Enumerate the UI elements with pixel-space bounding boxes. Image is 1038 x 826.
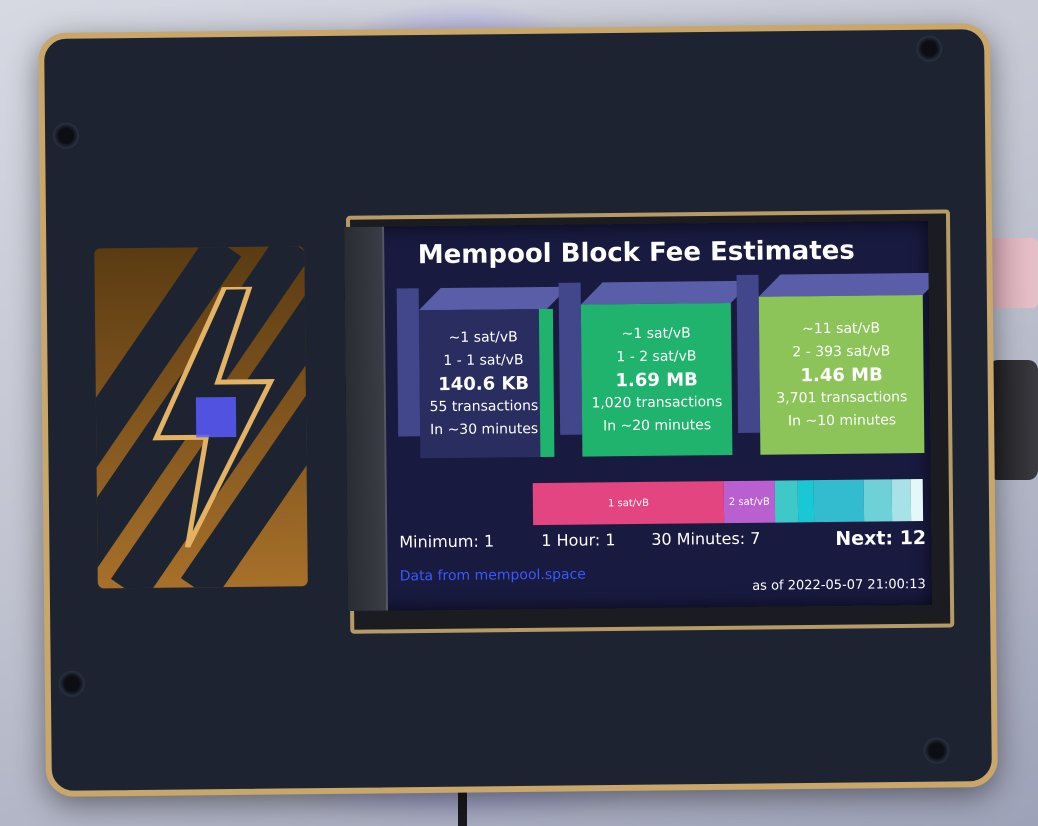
block-face: ~1 sat/vB 1 - 2 sat/vB 1.69 MB 1,020 tra… bbox=[580, 303, 733, 457]
lcd-screen: Mempool Block Fee Estimates ~1 sat/vB 1 … bbox=[344, 220, 932, 612]
fee-range: 1 - 2 sat/vB bbox=[616, 347, 697, 365]
fee-segment bbox=[813, 479, 865, 523]
tx-count: 55 transactions bbox=[429, 397, 539, 415]
eta: In ~20 minutes bbox=[602, 416, 712, 434]
median-fee: ~11 sat/vB bbox=[802, 319, 881, 337]
fee-range: 2 - 393 sat/vB bbox=[792, 342, 891, 360]
fee-segment bbox=[891, 479, 912, 522]
tx-count: 3,701 transactions bbox=[776, 388, 908, 407]
data-source: Data from mempool.space bbox=[399, 566, 586, 585]
mempool-block-1: ~1 sat/vB 1 - 1 sat/vB 140.6 KB 55 trans… bbox=[396, 286, 569, 459]
mempool-block-2: ~1 sat/vB 1 - 2 sat/vB 1.69 MB 1,020 tra… bbox=[558, 280, 753, 457]
block-size: 140.6 KB bbox=[438, 372, 530, 395]
usb-power-plug bbox=[988, 360, 1038, 480]
fee-distribution-bar: 1 sat/vB 2 sat/vB bbox=[532, 479, 924, 526]
fee-segment bbox=[864, 479, 892, 522]
block-top bbox=[758, 272, 932, 297]
median-fee: ~1 sat/vB bbox=[448, 328, 518, 346]
fee-range: 1 - 1 sat/vB bbox=[443, 351, 524, 369]
lightning-bolt-icon bbox=[152, 286, 275, 548]
block-face: ~11 sat/vB 2 - 393 sat/vB 1.46 MB 3,701 … bbox=[758, 295, 925, 455]
fee-segment bbox=[774, 480, 799, 523]
stat-next: Next: 12 bbox=[835, 526, 927, 550]
block-face: ~1 sat/vB 1 - 1 sat/vB 140.6 KB 55 trans… bbox=[418, 308, 549, 459]
stat-minimum: Minimum: 1 bbox=[399, 531, 495, 552]
stat-thirty-minutes: 30 Minutes: 7 bbox=[651, 528, 761, 549]
block-top bbox=[418, 286, 569, 311]
mempool-block-3: ~11 sat/vB 2 - 393 sat/vB 1.46 MB 3,701 … bbox=[736, 272, 932, 455]
block-size: 1.69 MB bbox=[615, 368, 698, 391]
fee-segment bbox=[910, 479, 924, 522]
screen-edge bbox=[344, 226, 389, 612]
block-top bbox=[580, 280, 753, 305]
lightning-logo-panel bbox=[94, 246, 308, 589]
eta: In ~10 minutes bbox=[787, 411, 897, 429]
block-side bbox=[396, 288, 421, 437]
screw-icon bbox=[52, 122, 80, 149]
block-side bbox=[736, 274, 761, 433]
stat-one-hour: 1 Hour: 1 bbox=[541, 530, 616, 551]
fee-segment bbox=[797, 480, 814, 523]
block-side bbox=[558, 282, 583, 435]
fee-segment: 2 sat/vB bbox=[723, 480, 775, 524]
screw-icon bbox=[58, 670, 85, 697]
median-fee: ~1 sat/vB bbox=[621, 324, 691, 342]
timestamp: as of 2022-05-07 21:00:13 bbox=[752, 576, 926, 594]
screw-icon bbox=[923, 737, 950, 764]
screw-icon bbox=[916, 35, 943, 62]
block-size: 1.46 MB bbox=[800, 363, 883, 386]
screen-title: Mempool Block Fee Estimates bbox=[417, 235, 855, 271]
eta: In ~30 minutes bbox=[429, 420, 539, 438]
fee-segment: 1 sat/vB bbox=[532, 481, 725, 526]
block-fill-indicator bbox=[538, 308, 555, 458]
tx-count: 1,020 transactions bbox=[591, 393, 723, 411]
